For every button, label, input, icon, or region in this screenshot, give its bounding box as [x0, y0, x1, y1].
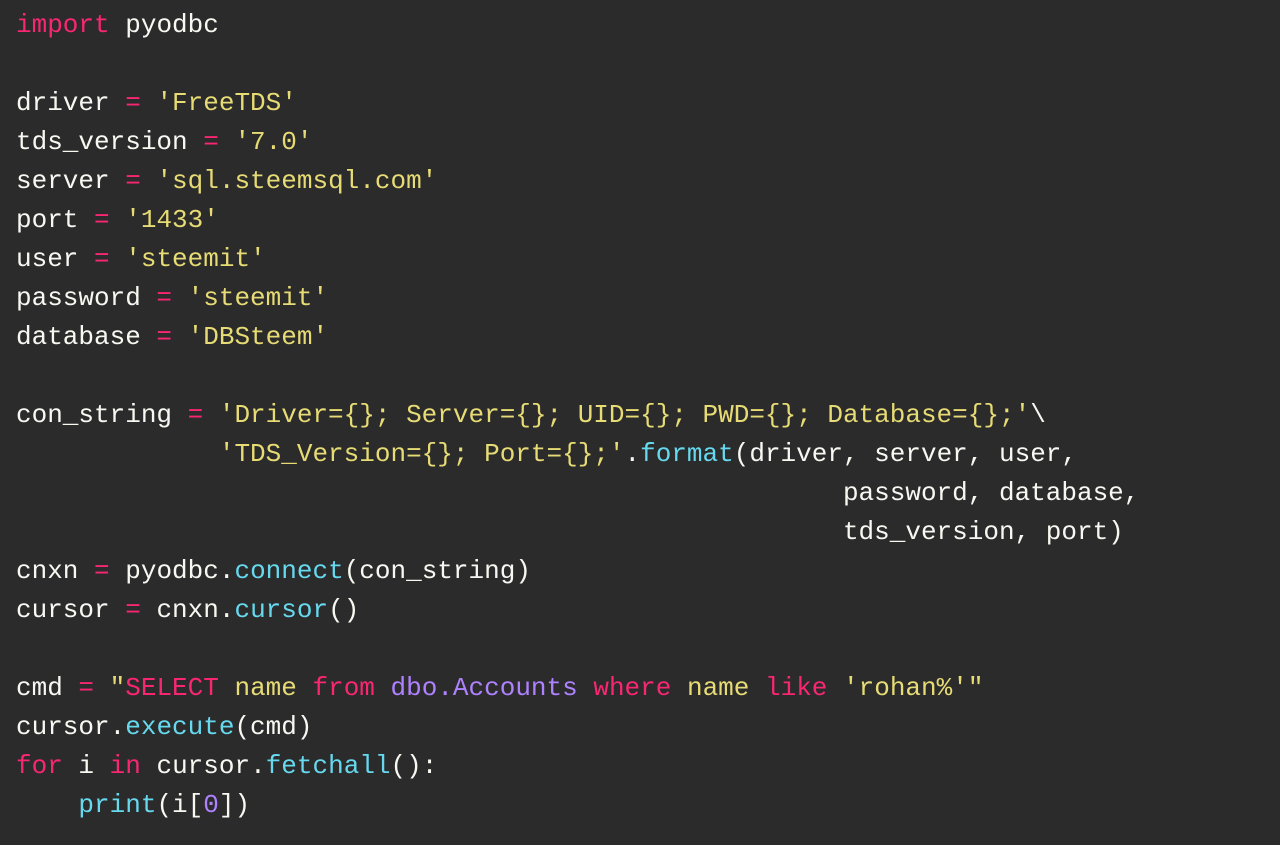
str-driver: 'FreeTDS'	[156, 88, 296, 118]
dot: .	[219, 595, 235, 625]
assign-op: =	[110, 595, 157, 625]
str-con1: 'Driver={}; Server={}; UID={}; PWD={}; D…	[219, 400, 1030, 430]
method-execute: execute	[125, 712, 234, 742]
method-format: format	[640, 439, 734, 469]
keyword-for: for	[16, 751, 63, 781]
paren-colon: ():	[391, 751, 438, 781]
keyword-in: in	[110, 751, 141, 781]
assign-op: =	[78, 205, 125, 235]
var-database: database	[16, 322, 141, 352]
str-user: 'steemit'	[125, 244, 265, 274]
sql-where: where	[593, 673, 671, 703]
sql-from: from	[312, 673, 374, 703]
args: (cmd)	[234, 712, 312, 742]
var-cnxn: cnxn	[16, 556, 78, 586]
args2: password, database,	[843, 478, 1139, 508]
var-user: user	[16, 244, 78, 274]
sql-table: dbo.Accounts	[375, 673, 593, 703]
str-server: 'sql.steemsql.com'	[156, 166, 437, 196]
assign-op: =	[110, 88, 157, 118]
method-cursor: cursor	[234, 595, 328, 625]
args3: tds_version, port)	[843, 517, 1124, 547]
dot: .	[625, 439, 641, 469]
sql-literal: 'rohan%'	[827, 673, 967, 703]
num-zero: 0	[203, 790, 219, 820]
quote-open: "	[110, 673, 126, 703]
cursor-ref: cursor	[16, 712, 110, 742]
assign-op: =	[172, 400, 219, 430]
var-port: port	[16, 205, 78, 235]
dot: .	[219, 556, 235, 586]
assign-op: =	[78, 244, 125, 274]
loop-var: i	[78, 751, 94, 781]
paren: ()	[328, 595, 359, 625]
var-tds: tds_version	[16, 127, 188, 157]
assign-op: =	[110, 166, 157, 196]
sql-select: SELECT	[125, 673, 219, 703]
var-password: password	[16, 283, 141, 313]
str-con2: 'TDS_Version={}; Port={};'	[219, 439, 625, 469]
index-open: (i[	[156, 790, 203, 820]
assign-op: =	[141, 283, 188, 313]
str-tds: '7.0'	[234, 127, 312, 157]
method-fetchall: fetchall	[266, 751, 391, 781]
method-connect: connect	[234, 556, 343, 586]
dot: .	[250, 751, 266, 781]
var-cursor: cursor	[16, 595, 110, 625]
str-port: '1433'	[125, 205, 219, 235]
str-database: 'DBSteem'	[188, 322, 328, 352]
args: (con_string)	[344, 556, 531, 586]
args1: (driver, server, user,	[734, 439, 1077, 469]
var-driver: driver	[16, 88, 110, 118]
pyodbc-ref: pyodbc	[125, 556, 219, 586]
str-password: 'steemit'	[188, 283, 328, 313]
var-server: server	[16, 166, 110, 196]
assign-op: =	[188, 127, 235, 157]
keyword-import: import	[16, 10, 110, 40]
sql-like: like	[765, 673, 827, 703]
var-cmd: cmd	[16, 673, 63, 703]
cnxn-ref: cnxn	[156, 595, 218, 625]
assign-op: =	[141, 322, 188, 352]
assign-op: =	[78, 556, 125, 586]
fn-print: print	[78, 790, 156, 820]
sql-name1: name	[219, 673, 313, 703]
line-continuation: \	[1030, 400, 1046, 430]
dot: .	[110, 712, 126, 742]
quote-close: "	[968, 673, 984, 703]
code-block: import pyodbc driver = 'FreeTDS' tds_ver…	[0, 0, 1280, 831]
assign-op: =	[63, 673, 110, 703]
index-close: ])	[219, 790, 250, 820]
sql-name2: name	[671, 673, 765, 703]
var-con-string: con_string	[16, 400, 172, 430]
module-name: pyodbc	[125, 10, 219, 40]
cursor-ref2: cursor	[156, 751, 250, 781]
